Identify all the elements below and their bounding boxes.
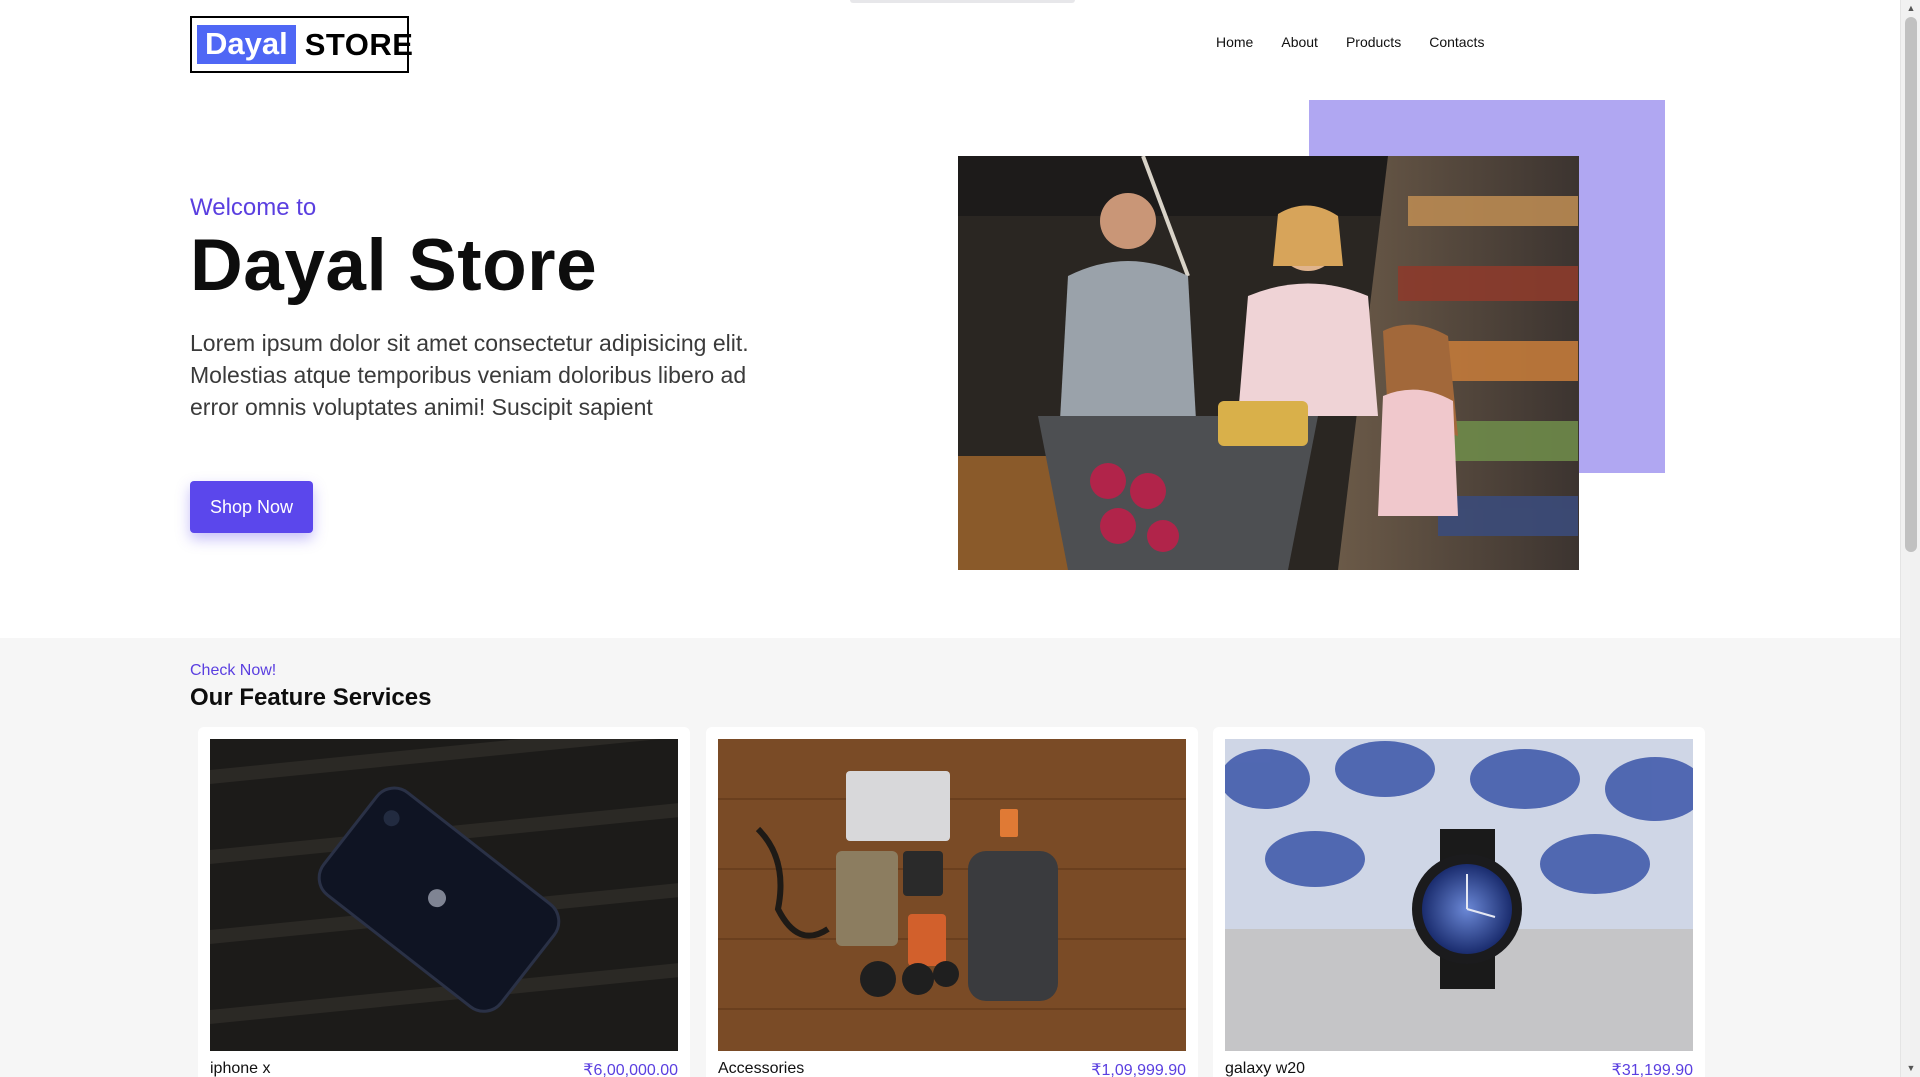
product-name: galaxy w20 — [1225, 1060, 1306, 1077]
hero-description: Lorem ipsum dolor sit amet consectetur a… — [190, 330, 749, 420]
scrollbar-thumb[interactable] — [1905, 17, 1917, 552]
services-title: Our Feature Services — [190, 684, 432, 711]
product-price: ₹6,00,000.00 — [583, 1062, 678, 1077]
scroll-up-arrow-icon[interactable]: ▲ — [1901, 0, 1920, 17]
feature-services-section: Check Now! Our Feature Services iphone x… — [0, 638, 1900, 1077]
nav-about-link[interactable]: About — [1281, 34, 1318, 50]
nav-contacts-link[interactable]: Contacts — [1429, 34, 1484, 50]
logo[interactable]: Dayal STORE — [190, 16, 413, 73]
nav-products-link[interactable]: Products — [1346, 34, 1401, 50]
logo-suffix: STORE — [304, 27, 414, 62]
product-name: iphone x — [210, 1060, 271, 1077]
services-eyebrow: Check Now! — [190, 662, 277, 679]
product-card[interactable]: Accessories ₹1,09,999.90 — [706, 727, 1198, 1077]
hero-family-shopping-image — [958, 156, 1579, 570]
product-image-iphone — [210, 739, 678, 1051]
scroll-down-arrow-icon[interactable]: ▼ — [1901, 1060, 1920, 1077]
hero-title: Dayal Store — [190, 225, 598, 306]
product-image-accessories — [718, 739, 1186, 1051]
site-header: Dayal STORE Home About Products Contacts — [0, 0, 1900, 92]
product-price: ₹31,199.90 — [1611, 1062, 1693, 1077]
product-card[interactable]: galaxy w20 ₹31,199.90 — [1213, 727, 1705, 1077]
product-price: ₹1,09,999.90 — [1091, 1062, 1186, 1077]
product-card[interactable]: iphone x ₹6,00,000.00 — [198, 727, 690, 1077]
product-image-galaxy-watch — [1225, 739, 1693, 1051]
hero-welcome: Welcome to — [190, 194, 317, 221]
page-scrollbar[interactable]: ▲ ▼ — [1900, 0, 1920, 1077]
nav-home-link[interactable]: Home — [1216, 34, 1253, 50]
shop-now-button[interactable]: Shop Now — [190, 481, 313, 533]
logo-brand: Dayal — [197, 25, 296, 64]
product-name: Accessories — [718, 1060, 805, 1077]
main-nav: Home About Products Contacts — [1216, 34, 1484, 50]
